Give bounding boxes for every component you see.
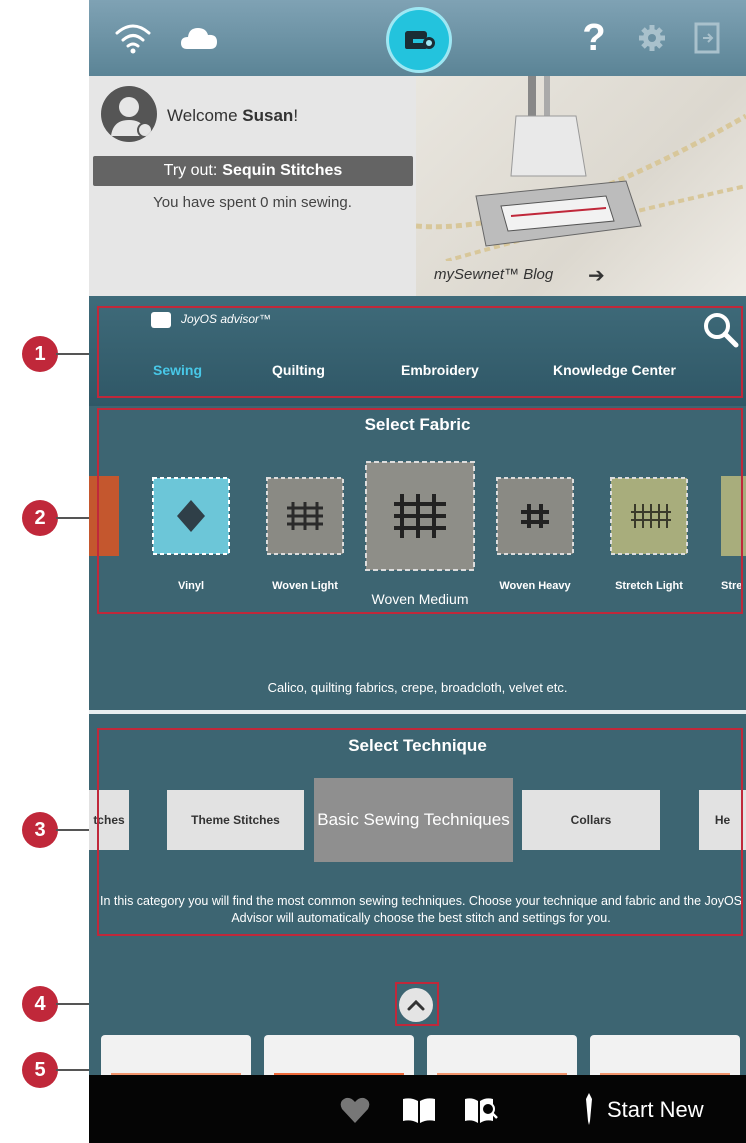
- callout-3-label: 3: [34, 818, 46, 841]
- callout-1-box: [97, 306, 743, 398]
- start-new-button[interactable]: Start New: [607, 1097, 704, 1123]
- callout-2-box: [97, 408, 743, 614]
- tryout-name: Sequin Stitches: [222, 162, 343, 179]
- callout-1: 1: [22, 336, 58, 372]
- welcome-panel: Welcome Susan! Try out: Sequin Stitches …: [89, 76, 416, 296]
- sewing-machine-icon[interactable]: [389, 10, 449, 70]
- callout-5: 5: [22, 1052, 58, 1088]
- favorites-icon[interactable]: [339, 1095, 375, 1125]
- blog-label: mySewnet™ Blog: [434, 266, 554, 283]
- wifi-icon[interactable]: [111, 18, 155, 58]
- callout-2-label: 2: [34, 506, 46, 529]
- cloud-icon[interactable]: [177, 18, 221, 58]
- callout-4-box: [395, 982, 439, 1026]
- presser-foot-image: [416, 76, 746, 261]
- callout-5-label: 5: [34, 1058, 46, 1081]
- callout-3: 3: [22, 812, 58, 848]
- section-divider: [89, 710, 746, 714]
- top-bar: ?: [89, 0, 746, 76]
- welcome-message: Welcome Susan!: [167, 106, 298, 126]
- callout-4-label: 4: [34, 992, 46, 1015]
- book-search-icon[interactable]: [463, 1095, 499, 1125]
- tryout-prefix: Try out:: [163, 162, 218, 179]
- callout-1-label: 1: [34, 342, 46, 365]
- exit-icon[interactable]: [689, 18, 725, 58]
- blog-panel[interactable]: mySewnet™ Blog ➔: [416, 76, 746, 296]
- callout-2: 2: [22, 500, 58, 536]
- fabric-description: Calico, quilting fabrics, crepe, broadcl…: [267, 680, 568, 695]
- help-icon[interactable]: ?: [579, 17, 609, 59]
- gear-icon[interactable]: [634, 18, 670, 58]
- tryout-button[interactable]: Try out: Sequin Stitches: [93, 156, 413, 186]
- sewing-machine-screen: ? Welcome Susan! Try out: Sequin Stitche…: [89, 0, 746, 1143]
- bottom-bar: Start New: [89, 1075, 746, 1143]
- welcome-greeting: Welcome: [167, 106, 238, 125]
- arrow-right-icon: ➔: [588, 265, 605, 287]
- avatar[interactable]: [101, 86, 157, 142]
- callout-3-box: [97, 728, 743, 936]
- welcome-punct: !: [293, 106, 299, 125]
- user-name: Susan: [242, 106, 294, 125]
- needle-icon: [586, 1093, 592, 1125]
- callout-4: 4: [22, 986, 58, 1022]
- sewing-time-text: You have spent 0 min sewing.: [153, 194, 352, 211]
- book-icon[interactable]: [401, 1095, 437, 1125]
